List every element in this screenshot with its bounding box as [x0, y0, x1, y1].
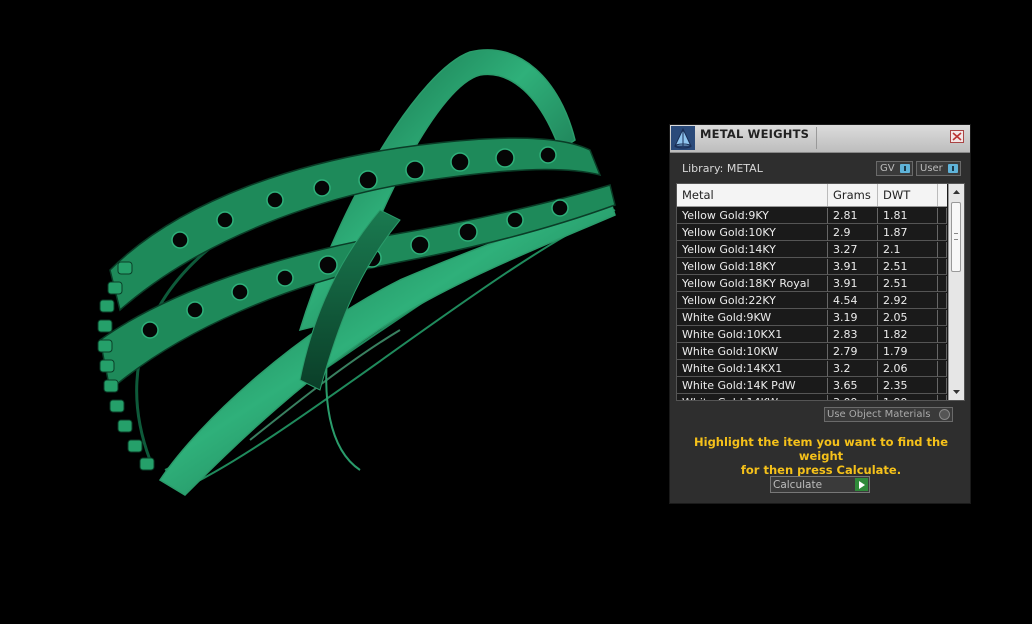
table-row[interactable]: Yellow Gold:18KY Royal 3.91 2.51 — [677, 276, 947, 293]
cell-metal: White Gold:9KW — [677, 310, 828, 326]
cell-spacer — [938, 225, 947, 241]
cell-metal: Yellow Gold:18KY — [677, 259, 828, 275]
ring-model — [97, 49, 616, 496]
cell-spacer — [938, 327, 947, 343]
cell-grams: 3.19 — [828, 310, 878, 326]
calculate-button[interactable]: Calculate — [770, 476, 870, 493]
table-row[interactable]: Yellow Gold:22KY 4.54 2.92 — [677, 293, 947, 310]
cell-metal: White Gold:10KW — [677, 344, 828, 360]
gv-toggle-label: GV — [880, 163, 895, 174]
cell-metal: Yellow Gold:22KY — [677, 293, 828, 309]
table-scrollbar[interactable] — [948, 184, 964, 400]
cell-grams: 3.91 — [828, 276, 878, 292]
cell-spacer — [938, 361, 947, 377]
column-header-spacer — [938, 184, 947, 206]
cell-spacer — [938, 395, 947, 400]
use-object-materials-button[interactable]: Use Object Materials — [824, 407, 953, 422]
title-bar[interactable]: METAL WEIGHTS — [670, 125, 970, 153]
use-object-materials-label: Use Object Materials — [827, 409, 931, 420]
table-row[interactable]: White Gold:9KW 3.19 2.05 — [677, 310, 947, 327]
cell-metal: Yellow Gold:14KY — [677, 242, 828, 258]
window-title: METAL WEIGHTS — [700, 127, 810, 141]
cell-grams: 3.27 — [828, 242, 878, 258]
instructions-line-2: for then press Calculate. — [740, 463, 902, 477]
cell-dwt: 2.06 — [878, 361, 938, 377]
cell-dwt: 2.1 — [878, 242, 938, 258]
table-row[interactable]: Yellow Gold:14KY 3.27 2.1 — [677, 242, 947, 259]
toggle-icon — [900, 164, 910, 173]
cell-grams: 2.79 — [828, 344, 878, 360]
radio-icon — [939, 409, 950, 420]
cell-grams: 3.91 — [828, 259, 878, 275]
column-header-metal[interactable]: Metal — [677, 184, 828, 206]
user-toggle-label: User — [920, 163, 943, 174]
cell-grams: 4.54 — [828, 293, 878, 309]
cell-spacer — [938, 344, 947, 360]
table-row[interactable]: Yellow Gold:10KY 2.9 1.87 — [677, 225, 947, 242]
table-row[interactable]: Yellow Gold:9KY 2.81 1.81 — [677, 208, 947, 225]
cell-spacer — [938, 310, 947, 326]
column-header-dwt[interactable]: DWT — [878, 184, 938, 206]
cell-spacer — [938, 208, 947, 224]
cell-grams: 3.09 — [828, 395, 878, 400]
scroll-up-arrow-icon[interactable] — [952, 188, 961, 196]
cell-dwt: 1.87 — [878, 225, 938, 241]
cell-metal: White Gold:14K PdW — [677, 378, 828, 394]
scroll-thumb[interactable] — [951, 202, 961, 272]
column-header-grams[interactable]: Grams — [828, 184, 878, 206]
cell-dwt: 2.92 — [878, 293, 938, 309]
3d-viewport[interactable] — [0, 0, 660, 624]
user-toggle[interactable]: User — [916, 161, 961, 176]
table-row[interactable]: White Gold:14K PdW 3.65 2.35 — [677, 378, 947, 395]
table-row[interactable]: Yellow Gold:18KY 3.91 2.51 — [677, 259, 947, 276]
cell-metal: White Gold:14KX1 — [677, 361, 828, 377]
metal-weights-dialog: METAL WEIGHTS Library: METAL GV User Met… — [669, 124, 971, 504]
cone-logo-icon — [671, 126, 695, 150]
cell-dwt: 2.35 — [878, 378, 938, 394]
cell-metal: Yellow Gold:18KY Royal — [677, 276, 828, 292]
cell-grams: 2.81 — [828, 208, 878, 224]
table-header: Metal Grams DWT — [677, 184, 947, 207]
cell-grams: 3.2 — [828, 361, 878, 377]
cell-grams: 2.83 — [828, 327, 878, 343]
cell-dwt: 1.82 — [878, 327, 938, 343]
cell-dwt: 1.81 — [878, 208, 938, 224]
close-button[interactable] — [950, 130, 964, 143]
instructions-line-1: Highlight the item you want to find the … — [694, 435, 948, 463]
cell-metal: White Gold:10KX1 — [677, 327, 828, 343]
cell-spacer — [938, 242, 947, 258]
title-separator — [816, 127, 817, 149]
library-label: Library: METAL — [682, 162, 763, 175]
cell-metal: White Gold:14KW — [677, 395, 828, 400]
cell-dwt: 2.05 — [878, 310, 938, 326]
table-row[interactable]: White Gold:10KX1 2.83 1.82 — [677, 327, 947, 344]
cell-dwt: 2.51 — [878, 276, 938, 292]
table-body: Yellow Gold:9KY 2.81 1.81 Yellow Gold:10KY 2… — [677, 208, 947, 400]
toggle-icon — [948, 164, 958, 173]
cell-spacer — [938, 378, 947, 394]
table-row[interactable]: White Gold:10KW 2.79 1.79 — [677, 344, 947, 361]
cell-spacer — [938, 276, 947, 292]
cell-metal: Yellow Gold:9KY — [677, 208, 828, 224]
cell-dwt: 1.79 — [878, 344, 938, 360]
close-icon — [952, 132, 962, 141]
table-row[interactable]: White Gold:14KX1 3.2 2.06 — [677, 361, 947, 378]
metal-table: Metal Grams DWT Yellow Gold:9KY 2.81 1.81 Y… — [676, 183, 965, 401]
cell-grams: 2.9 — [828, 225, 878, 241]
table-row[interactable]: White Gold:14KW3.091.99 — [677, 395, 947, 400]
cell-dwt: 1.99 — [878, 395, 938, 400]
cell-grams: 3.65 — [828, 378, 878, 394]
gv-toggle[interactable]: GV — [876, 161, 913, 176]
calculate-label: Calculate — [773, 479, 823, 491]
scroll-down-arrow-icon[interactable] — [952, 388, 961, 396]
cell-dwt: 2.51 — [878, 259, 938, 275]
cell-spacer — [938, 293, 947, 309]
instructions-text: Highlight the item you want to find the … — [680, 435, 962, 477]
cell-metal: Yellow Gold:10KY — [677, 225, 828, 241]
cell-spacer — [938, 259, 947, 275]
play-arrow-icon — [855, 478, 868, 491]
